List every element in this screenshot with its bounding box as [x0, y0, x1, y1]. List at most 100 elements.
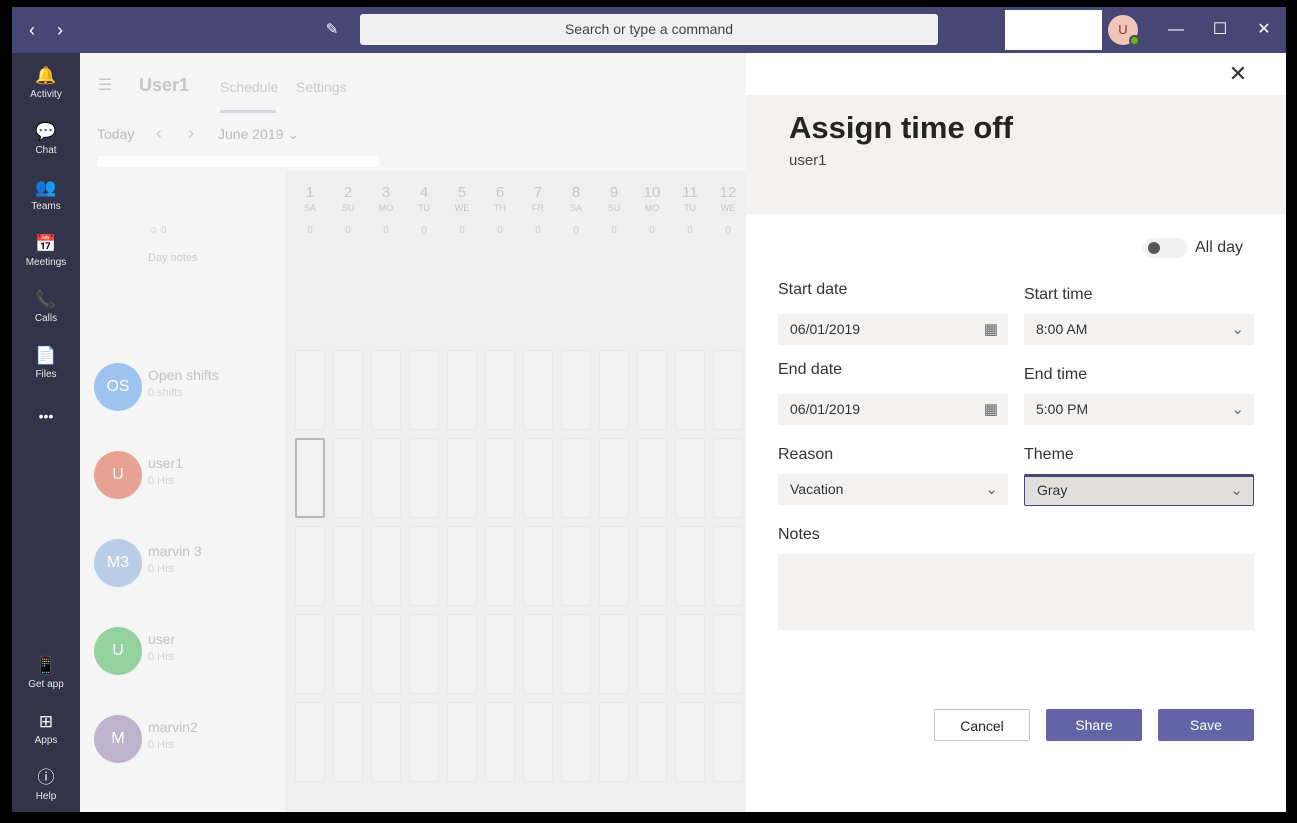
shift-cell[interactable] [485, 702, 515, 782]
shift-cell[interactable] [409, 438, 439, 518]
rail-item-more[interactable]: ••• [12, 403, 80, 455]
person-row[interactable]: Uuser1 0 Hrs [94, 451, 284, 511]
shift-cell[interactable] [637, 702, 667, 782]
rail-item-meetings[interactable]: 📅 Meetings [12, 231, 80, 283]
shift-cell[interactable] [675, 438, 705, 518]
shift-cell[interactable] [485, 438, 515, 518]
shift-cell[interactable] [523, 526, 553, 606]
shift-cell[interactable] [523, 350, 553, 430]
shift-cell[interactable] [523, 438, 553, 518]
end-time-dropdown[interactable]: 5:00 PM ⌄ [1024, 394, 1254, 425]
rail-item-chat[interactable]: 💬 Chat [12, 119, 80, 171]
close-icon[interactable]: ✕ [1227, 63, 1249, 85]
shift-cell[interactable] [637, 438, 667, 518]
shift-cell[interactable] [295, 614, 325, 694]
search-input[interactable]: Search or type a command [360, 14, 938, 45]
shift-cell[interactable] [713, 614, 743, 694]
shift-cell[interactable] [675, 702, 705, 782]
shift-cell[interactable] [447, 350, 477, 430]
shift-cell[interactable] [713, 526, 743, 606]
shift-cell[interactable] [713, 350, 743, 430]
shift-cell[interactable] [333, 350, 363, 430]
shift-cell[interactable] [371, 350, 401, 430]
compose-icon[interactable]: ✎ [320, 18, 344, 42]
shift-cell[interactable] [409, 702, 439, 782]
shift-cell[interactable] [295, 526, 325, 606]
shift-cell[interactable] [333, 526, 363, 606]
shift-cell[interactable] [637, 526, 667, 606]
shift-cell[interactable] [561, 614, 591, 694]
shift-cell[interactable] [485, 526, 515, 606]
shift-cell[interactable] [371, 614, 401, 694]
next-icon[interactable]: › [188, 123, 194, 144]
rail-item-calls[interactable]: 📞 Calls [12, 287, 80, 339]
shift-cell[interactable] [599, 438, 629, 518]
shift-cell[interactable] [371, 526, 401, 606]
forward-icon[interactable]: › [48, 18, 72, 42]
tab-schedule[interactable]: Schedule [220, 79, 278, 95]
save-button[interactable]: Save [1158, 709, 1254, 741]
rail-item-help[interactable]: ⓘ Help [12, 765, 80, 812]
shift-cell[interactable] [447, 438, 477, 518]
shift-cell[interactable] [333, 614, 363, 694]
shift-cell[interactable] [599, 614, 629, 694]
shift-cell[interactable] [561, 438, 591, 518]
person-row[interactable]: OS Open shifts 0 shifts [94, 363, 284, 423]
shift-cell[interactable] [637, 614, 667, 694]
minimize-icon[interactable]: — [1164, 18, 1188, 42]
shift-cell[interactable] [561, 350, 591, 430]
shift-cell[interactable] [371, 438, 401, 518]
maximize-icon[interactable]: ☐ [1208, 18, 1232, 42]
rail-item-teams[interactable]: 👥 Teams [12, 175, 80, 227]
month-picker[interactable]: June 2019 ⌄ [218, 126, 299, 143]
shift-cell[interactable] [599, 350, 629, 430]
shift-cell[interactable] [295, 350, 325, 430]
shift-cell[interactable] [599, 702, 629, 782]
shift-cell[interactable] [371, 702, 401, 782]
cancel-button[interactable]: Cancel [934, 709, 1030, 741]
shift-cell[interactable] [333, 702, 363, 782]
notes-textarea[interactable] [778, 554, 1254, 630]
shift-cell[interactable] [333, 438, 363, 518]
back-icon[interactable]: ‹ [20, 18, 44, 42]
shift-cell[interactable] [447, 702, 477, 782]
shift-cell[interactable] [409, 526, 439, 606]
shift-cell[interactable] [485, 614, 515, 694]
rail-item-apps[interactable]: ⊞ Apps [12, 709, 80, 761]
shift-cell[interactable] [713, 702, 743, 782]
person-row[interactable]: M3 marvin 3 0 Hrs [94, 539, 284, 599]
hamburger-icon[interactable]: ☰ [98, 75, 112, 95]
window-close-icon[interactable]: ✕ [1252, 18, 1276, 42]
shift-cell[interactable] [485, 350, 515, 430]
all-day-toggle[interactable] [1143, 238, 1187, 258]
share-button[interactable]: Share [1046, 709, 1142, 741]
person-row[interactable]: Mmarvin2 0 Hrs [94, 715, 284, 775]
person-row[interactable]: Uuser 0 Hrs [94, 627, 284, 687]
shift-cell[interactable] [599, 526, 629, 606]
shift-cell[interactable] [447, 614, 477, 694]
shift-cell[interactable] [447, 526, 477, 606]
shift-cell[interactable] [295, 438, 325, 518]
start-time-dropdown[interactable]: 8:00 AM ⌄ [1024, 314, 1254, 345]
shift-cell[interactable] [561, 702, 591, 782]
avatar[interactable]: U [1108, 15, 1140, 46]
rail-item-activity[interactable]: 🔔 Activity [12, 63, 80, 115]
shift-cell[interactable] [561, 526, 591, 606]
shift-cell[interactable] [409, 350, 439, 430]
shift-cell[interactable] [675, 526, 705, 606]
shift-cell[interactable] [523, 614, 553, 694]
shift-cell[interactable] [675, 614, 705, 694]
rail-item-files[interactable]: 📄 Files [12, 343, 80, 395]
shift-cell[interactable] [675, 350, 705, 430]
rail-item-get-app[interactable]: 📱 Get app [12, 653, 80, 705]
end-date-field[interactable]: 06/01/2019 ▦ [778, 394, 1008, 425]
today-button[interactable]: Today [97, 126, 134, 142]
shift-cell[interactable] [409, 614, 439, 694]
shift-cell[interactable] [295, 702, 325, 782]
shift-cell[interactable] [637, 350, 667, 430]
start-date-field[interactable]: 06/01/2019 ▦ [778, 314, 1008, 345]
reason-dropdown[interactable]: Vacation ⌄ [778, 474, 1008, 505]
theme-dropdown[interactable]: Gray ⌄ [1024, 474, 1254, 506]
tab-settings[interactable]: Settings [296, 79, 347, 95]
prev-icon[interactable]: ‹ [156, 123, 162, 144]
